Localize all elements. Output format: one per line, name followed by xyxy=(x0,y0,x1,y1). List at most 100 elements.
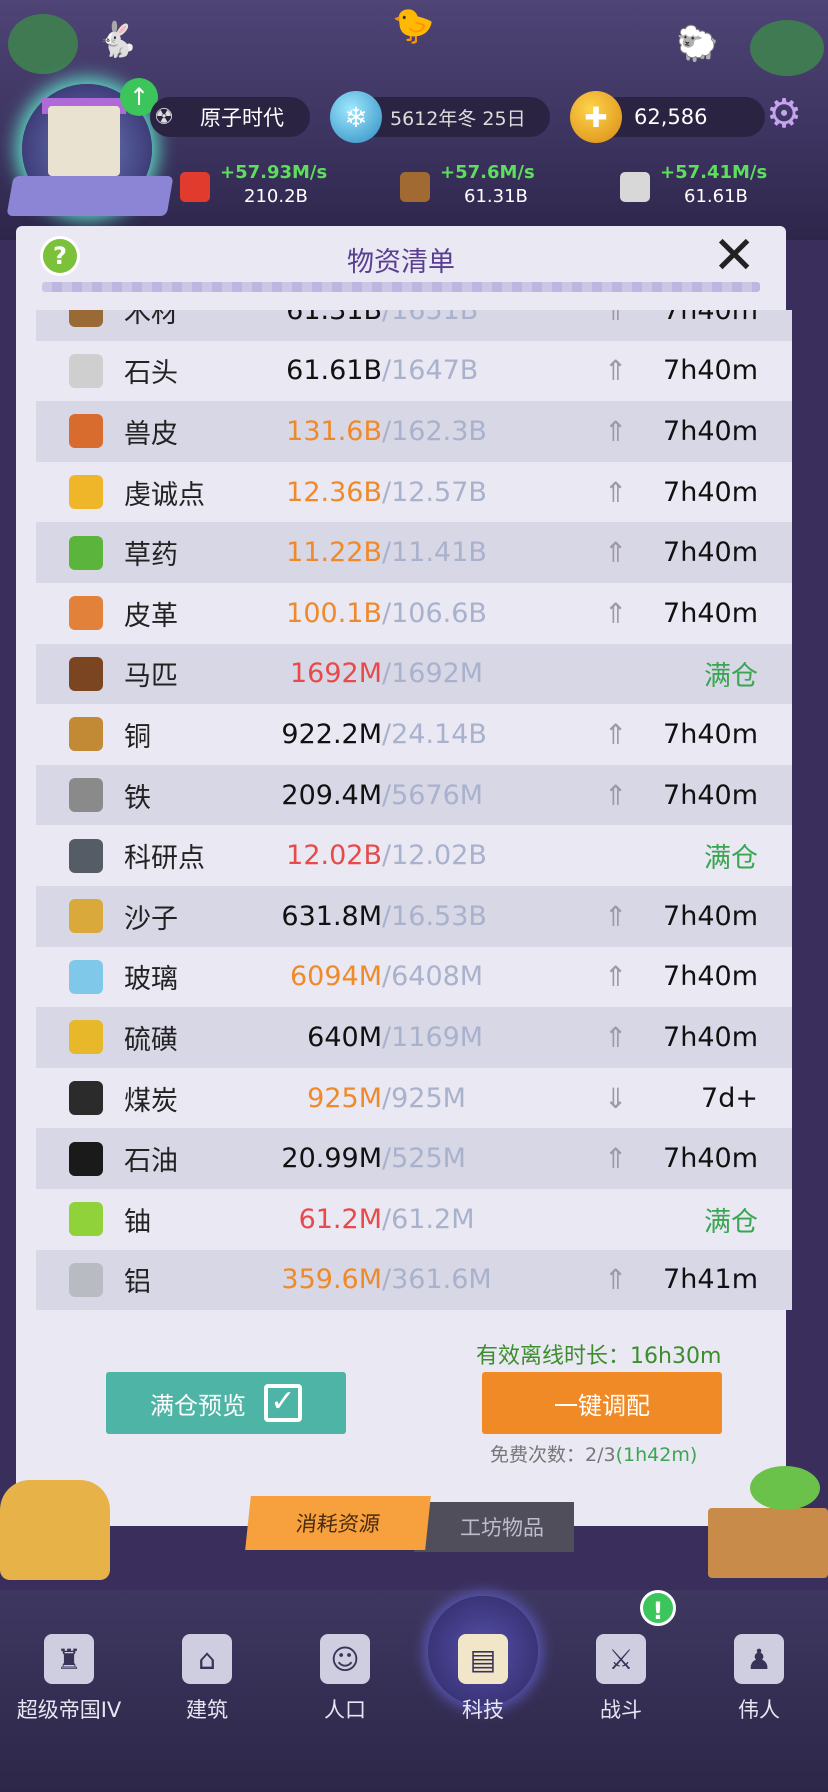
atom-icon: ☢ xyxy=(154,104,174,130)
badge-ribbon xyxy=(6,176,174,216)
resource-row[interactable]: 兽皮 131.6B/162.3B ⇑ 7h40m xyxy=(36,401,792,462)
coin-display[interactable]: ✚ 62,586 xyxy=(570,91,765,143)
resource-current: 209.4M xyxy=(281,779,382,811)
resource-current: 100.1B xyxy=(286,597,382,629)
resource-capacity: /5676M xyxy=(382,779,484,811)
time-to-full: 7h40m xyxy=(663,310,758,326)
glass-icon-swatch xyxy=(69,959,103,994)
gold-coin-icon: ✚ xyxy=(570,91,622,143)
era-display[interactable]: ☢ 原子时代 xyxy=(150,97,310,137)
resource-row[interactable]: 铜 922.2M/24.14B ⇑ 7h40m xyxy=(36,704,792,765)
arrow-up-icon: ⇑ xyxy=(604,1142,628,1176)
resource-current: 640M xyxy=(307,1021,382,1053)
resource-row[interactable]: 铁 209.4M/5676M ⇑ 7h40m xyxy=(36,764,792,826)
person-icon: ☺ xyxy=(320,1634,370,1684)
full-preview-label: 满仓预览 xyxy=(150,1391,246,1420)
hide-icon xyxy=(66,411,106,451)
header-divider xyxy=(42,282,760,292)
stone-icon xyxy=(620,172,650,202)
resource-current: 12.36B xyxy=(286,476,382,508)
resource-row[interactable]: 虔诚点 12.36B/12.57B ⇑ 7h40m xyxy=(36,461,792,523)
resource-row[interactable]: 石头 61.61B/1647B ⇑ 7h40m xyxy=(36,340,792,402)
resource-row[interactable]: 玻璃 6094M/6408M ⇑ 7h40m xyxy=(36,946,792,1008)
close-button[interactable]: ✕ xyxy=(712,230,756,282)
nav-battle[interactable]: ⚔ 战斗 xyxy=(552,1634,690,1744)
resource-name: 铁 xyxy=(124,782,151,814)
house-icon: ⌂ xyxy=(182,1634,232,1684)
nav-technology[interactable]: ▤ 科技 xyxy=(414,1634,552,1744)
resource-capacity: /6408M xyxy=(382,961,484,993)
sulfur-icon xyxy=(66,1017,106,1057)
rate-stone: +57.41M/s 61.61B xyxy=(610,158,800,214)
time-to-full: 7h40m xyxy=(663,718,758,750)
oil-drop-icon-swatch xyxy=(69,1141,103,1176)
resource-row[interactable]: 科研点 12.02B/12.02B 满仓 xyxy=(36,825,792,886)
arrow-up-icon: ⇑ xyxy=(604,596,628,630)
crate-decoration xyxy=(708,1508,828,1578)
resource-name: 铀 xyxy=(124,1206,151,1238)
leather-icon xyxy=(66,593,106,633)
rabbit-icon: 🐇 xyxy=(96,20,139,60)
nav-label: 建筑 xyxy=(186,1698,228,1722)
resource-capacity: /525M xyxy=(382,1143,466,1175)
resource-row[interactable]: 铀 61.2M/61.2M 满仓 xyxy=(36,1188,792,1250)
auto-assign-button[interactable]: 一键调配 xyxy=(482,1372,722,1434)
resource-capacity: /12.57B xyxy=(382,476,487,508)
tree-decoration-right xyxy=(750,20,824,76)
time-to-full: 7h40m xyxy=(663,779,758,811)
resource-list[interactable]: 木材 61.31B/1651B ⇑ 7h40m 石头 61.61B/1647B ⇑ 7h40m… xyxy=(36,310,792,1326)
nav-label: 人口 xyxy=(324,1698,366,1722)
wood-icon-swatch xyxy=(69,310,103,328)
coal-icon-swatch xyxy=(69,1081,103,1116)
nav-great-people[interactable]: ♟ 伟人 xyxy=(690,1634,828,1744)
offline-label: 有效离线时长： xyxy=(476,1344,631,1369)
storage-full-label: 满仓 xyxy=(704,661,758,693)
book-icon: ▤ xyxy=(458,1634,508,1684)
arrow-up-icon: ⇑ xyxy=(604,1263,628,1297)
resource-row[interactable]: 马匹 1692M/1692M 满仓 xyxy=(36,643,792,705)
resource-row[interactable]: 石油 20.99M/525M ⇑ 7h40m xyxy=(36,1128,792,1189)
resource-current: 131.6B xyxy=(286,415,382,447)
ankh-icon-swatch xyxy=(69,475,103,510)
rate-wood: +57.6M/s 61.31B xyxy=(390,158,580,214)
resource-row[interactable]: 草药 11.22B/11.41B ⇑ 7h40m xyxy=(36,522,792,583)
sulfur-icon-swatch xyxy=(69,1020,103,1055)
nav-population[interactable]: ☺ 人口 xyxy=(276,1634,414,1744)
tab-consumables[interactable]: 消耗资源 xyxy=(245,1496,431,1550)
nav-empire[interactable]: ♜ 超级帝国IV xyxy=(0,1634,138,1744)
resource-name: 石头 xyxy=(124,358,178,390)
resource-capacity: /1169M xyxy=(382,1021,484,1053)
gear-icon[interactable]: ⚙ xyxy=(762,92,806,136)
resource-name: 石油 xyxy=(124,1146,178,1178)
resource-row[interactable]: 煤炭 925M/925M ⇓ 7d+ xyxy=(36,1067,792,1129)
resource-name: 虔诚点 xyxy=(124,479,205,511)
resource-capacity: /361.6M xyxy=(382,1264,492,1296)
tab-workshop-items[interactable]: 工坊物品 xyxy=(414,1502,574,1552)
resource-name: 科研点 xyxy=(124,843,205,875)
resource-name: 铜 xyxy=(124,721,151,753)
date-display[interactable]: ❄ 5612年冬 25日 xyxy=(330,91,550,143)
castle-icon: ♜ xyxy=(44,1634,94,1684)
oil-drop-icon xyxy=(66,1139,106,1179)
resource-row[interactable]: 铝 359.6M/361.6M ⇑ 7h41m xyxy=(36,1249,792,1311)
glass-icon xyxy=(66,957,106,997)
resource-row[interactable]: 皮革 100.1B/106.6B ⇑ 7h40m xyxy=(36,582,792,644)
time-to-full: 7h41m xyxy=(663,1264,758,1296)
horse-icon-swatch xyxy=(69,656,103,691)
arrow-up-icon: ⇑ xyxy=(604,1020,628,1054)
nav-buildings[interactable]: ⌂ 建筑 xyxy=(138,1634,276,1744)
full-preview-button[interactable]: 满仓预览 ✓ xyxy=(106,1372,346,1434)
resource-name: 玻璃 xyxy=(124,964,178,996)
arrow-up-icon: ⇑ xyxy=(604,536,628,570)
rate-food: +57.93M/s 210.2B xyxy=(170,158,360,214)
resource-row[interactable]: 沙子 631.8M/16.53B ⇑ 7h40m xyxy=(36,885,792,947)
arrow-up-icon: ⇑ xyxy=(604,414,628,448)
resource-name: 木材 xyxy=(124,310,178,329)
resource-row[interactable]: 硫磺 640M/1169M ⇑ 7h40m xyxy=(36,1007,792,1068)
arrow-up-icon: ⇑ xyxy=(604,778,628,812)
time-to-full: 7h40m xyxy=(663,1143,758,1175)
nav-label: 战斗 xyxy=(600,1698,642,1722)
resource-capacity: /925M xyxy=(382,1082,466,1114)
resource-row[interactable]: 木材 61.31B/1651B ⇑ 7h40m xyxy=(36,310,792,341)
ankh-icon xyxy=(66,472,106,512)
